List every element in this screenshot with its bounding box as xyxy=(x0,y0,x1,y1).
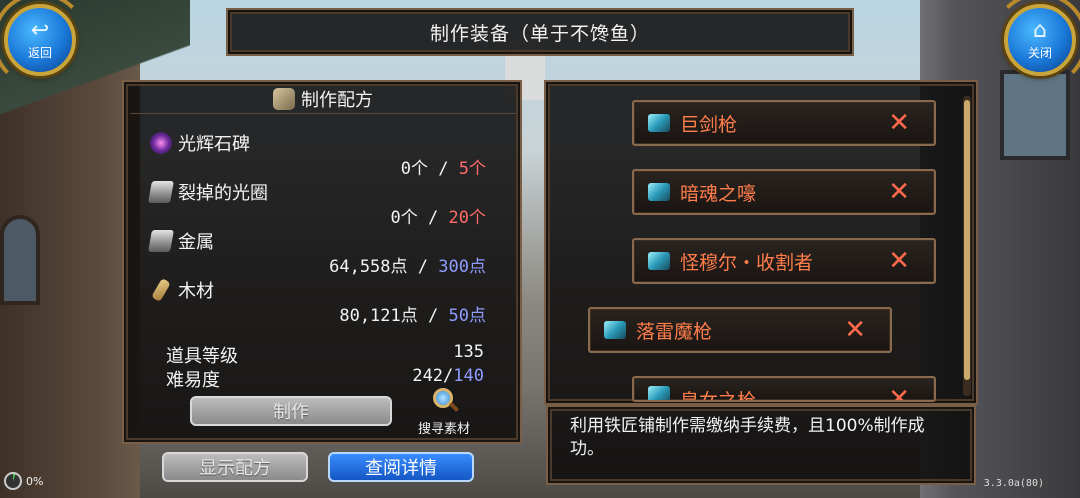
material-row: 裂掉的光圈 0个 / 20个 xyxy=(148,179,500,228)
remove-x-icon[interactable]: ✕ xyxy=(888,384,910,400)
material-have: 80,121点 xyxy=(339,306,418,326)
close-button-label: 关闭 xyxy=(1027,45,1052,60)
material-label: 木材 xyxy=(178,281,214,302)
equipment-name: 暗魂之嚎 xyxy=(680,182,757,205)
info-text: 利用铁匠铺制作需缴纳手续费，且100%制作成功。 xyxy=(570,416,925,459)
info-box: 利用铁匠铺制作需缴纳手续费，且100%制作成功。 xyxy=(546,405,976,485)
ingot-icon xyxy=(148,230,174,252)
remove-x-icon[interactable]: ✕ xyxy=(844,315,866,345)
item-level: 道具等级 135 xyxy=(166,342,490,368)
progress-ring-icon xyxy=(4,472,22,490)
scrollbar-thumb[interactable] xyxy=(964,100,970,380)
equipment-name: 巨剑枪 xyxy=(680,113,738,136)
material-name: 木材 xyxy=(150,277,214,303)
weapon-icon xyxy=(648,114,670,132)
arched-window xyxy=(0,215,40,305)
equipment-item[interactable]: 怪穆尔・收割者 ✕ xyxy=(632,238,936,284)
material-need: 20个 xyxy=(448,208,486,228)
equipment-name: 落雷魔枪 xyxy=(636,320,713,343)
material-name: 光辉石碑 xyxy=(150,130,250,156)
item-level-value: 135 xyxy=(453,342,484,362)
separator: / xyxy=(438,159,449,179)
equipment-item[interactable]: 落雷魔枪 ✕ xyxy=(588,307,892,353)
magnifier-icon xyxy=(431,388,459,414)
material-quantity: 64,558点 / 300点 xyxy=(329,252,486,277)
material-need: 50点 xyxy=(448,306,486,326)
material-quantity: 0个 / 20个 xyxy=(391,203,486,228)
difficulty-current: 242/ xyxy=(412,366,454,386)
title-bar: 制作装备（单于不馋鱼） xyxy=(226,8,854,56)
material-have: 0个 xyxy=(400,159,428,179)
search-materials-button[interactable]: 搜寻素材 xyxy=(412,388,476,440)
show-recipe-label: 显示配方 xyxy=(199,458,271,479)
progress-percent: 0% xyxy=(26,474,44,488)
material-have: 64,558点 xyxy=(329,257,408,277)
back-button[interactable]: ↩ 返回 xyxy=(4,4,76,76)
difficulty-max: 140 xyxy=(453,366,484,386)
search-materials-label: 搜寻素材 xyxy=(417,422,470,437)
difficulty-label: 难易度 xyxy=(166,370,220,391)
equipment-name: 皇女之枪 xyxy=(680,390,757,402)
view-details-button[interactable]: 查阅详情 xyxy=(328,452,474,482)
material-name: 裂掉的光圈 xyxy=(148,179,268,205)
remove-x-icon[interactable]: ✕ xyxy=(888,177,910,207)
recipe-scroll-icon xyxy=(273,87,295,110)
weapon-icon xyxy=(648,183,670,201)
material-have: 0个 xyxy=(390,208,418,228)
material-label: 金属 xyxy=(178,232,214,253)
material-row: 木材 80,121点 / 50点 xyxy=(150,277,500,326)
equipment-item[interactable]: 皇女之枪 ✕ xyxy=(632,376,936,402)
orb-icon xyxy=(150,132,172,154)
material-need: 300点 xyxy=(438,257,486,277)
separator: / xyxy=(428,306,439,326)
weapon-icon xyxy=(604,321,626,339)
home-icon: ⌂ xyxy=(1033,17,1047,43)
separator: / xyxy=(417,257,429,277)
separator: / xyxy=(428,208,439,228)
item-level-label: 道具等级 xyxy=(166,346,238,367)
material-need: 5个 xyxy=(458,159,486,179)
material-label: 裂掉的光圈 xyxy=(178,183,268,204)
recipe-header: 制作配方 xyxy=(130,84,516,114)
equipment-item[interactable]: 巨剑枪 ✕ xyxy=(632,100,936,146)
ingot-icon xyxy=(148,181,174,203)
material-row: 金属 64,558点 / 300点 xyxy=(148,228,500,277)
show-recipe-button[interactable]: 显示配方 xyxy=(162,452,308,482)
material-quantity: 80,121点 / 50点 xyxy=(339,301,486,326)
weapon-icon xyxy=(648,386,670,400)
back-button-label: 返回 xyxy=(27,45,52,60)
difficulty-value: 242/140 xyxy=(412,366,484,386)
material-name: 金属 xyxy=(148,228,214,254)
version-label: 3.3.0a(80) xyxy=(983,478,1044,489)
material-quantity: 0个 / 5个 xyxy=(401,154,486,179)
remove-x-icon[interactable]: ✕ xyxy=(888,108,910,138)
page-title: 制作装备（单于不馋鱼） xyxy=(429,22,650,45)
weapon-icon xyxy=(648,252,670,270)
remove-x-icon[interactable]: ✕ xyxy=(888,246,910,276)
close-button[interactable]: ⌂ 关闭 xyxy=(1004,4,1076,76)
craft-button-label: 制作 xyxy=(273,402,309,423)
equipment-item[interactable]: 暗魂之嚎 ✕ xyxy=(632,169,936,215)
craft-button[interactable]: 制作 xyxy=(190,396,392,426)
recipe-header-label: 制作配方 xyxy=(301,89,373,111)
material-label: 光辉石碑 xyxy=(178,134,250,155)
equipment-scrollbar[interactable] xyxy=(963,96,971,396)
equipment-name: 怪穆尔・收割者 xyxy=(680,251,814,274)
view-details-label: 查阅详情 xyxy=(365,458,437,479)
wood-icon xyxy=(151,277,171,303)
back-arrow-icon: ↩ xyxy=(30,17,50,43)
material-row: 光辉石碑 0个 / 5个 xyxy=(150,130,500,179)
loading-status: 0% xyxy=(4,472,43,490)
